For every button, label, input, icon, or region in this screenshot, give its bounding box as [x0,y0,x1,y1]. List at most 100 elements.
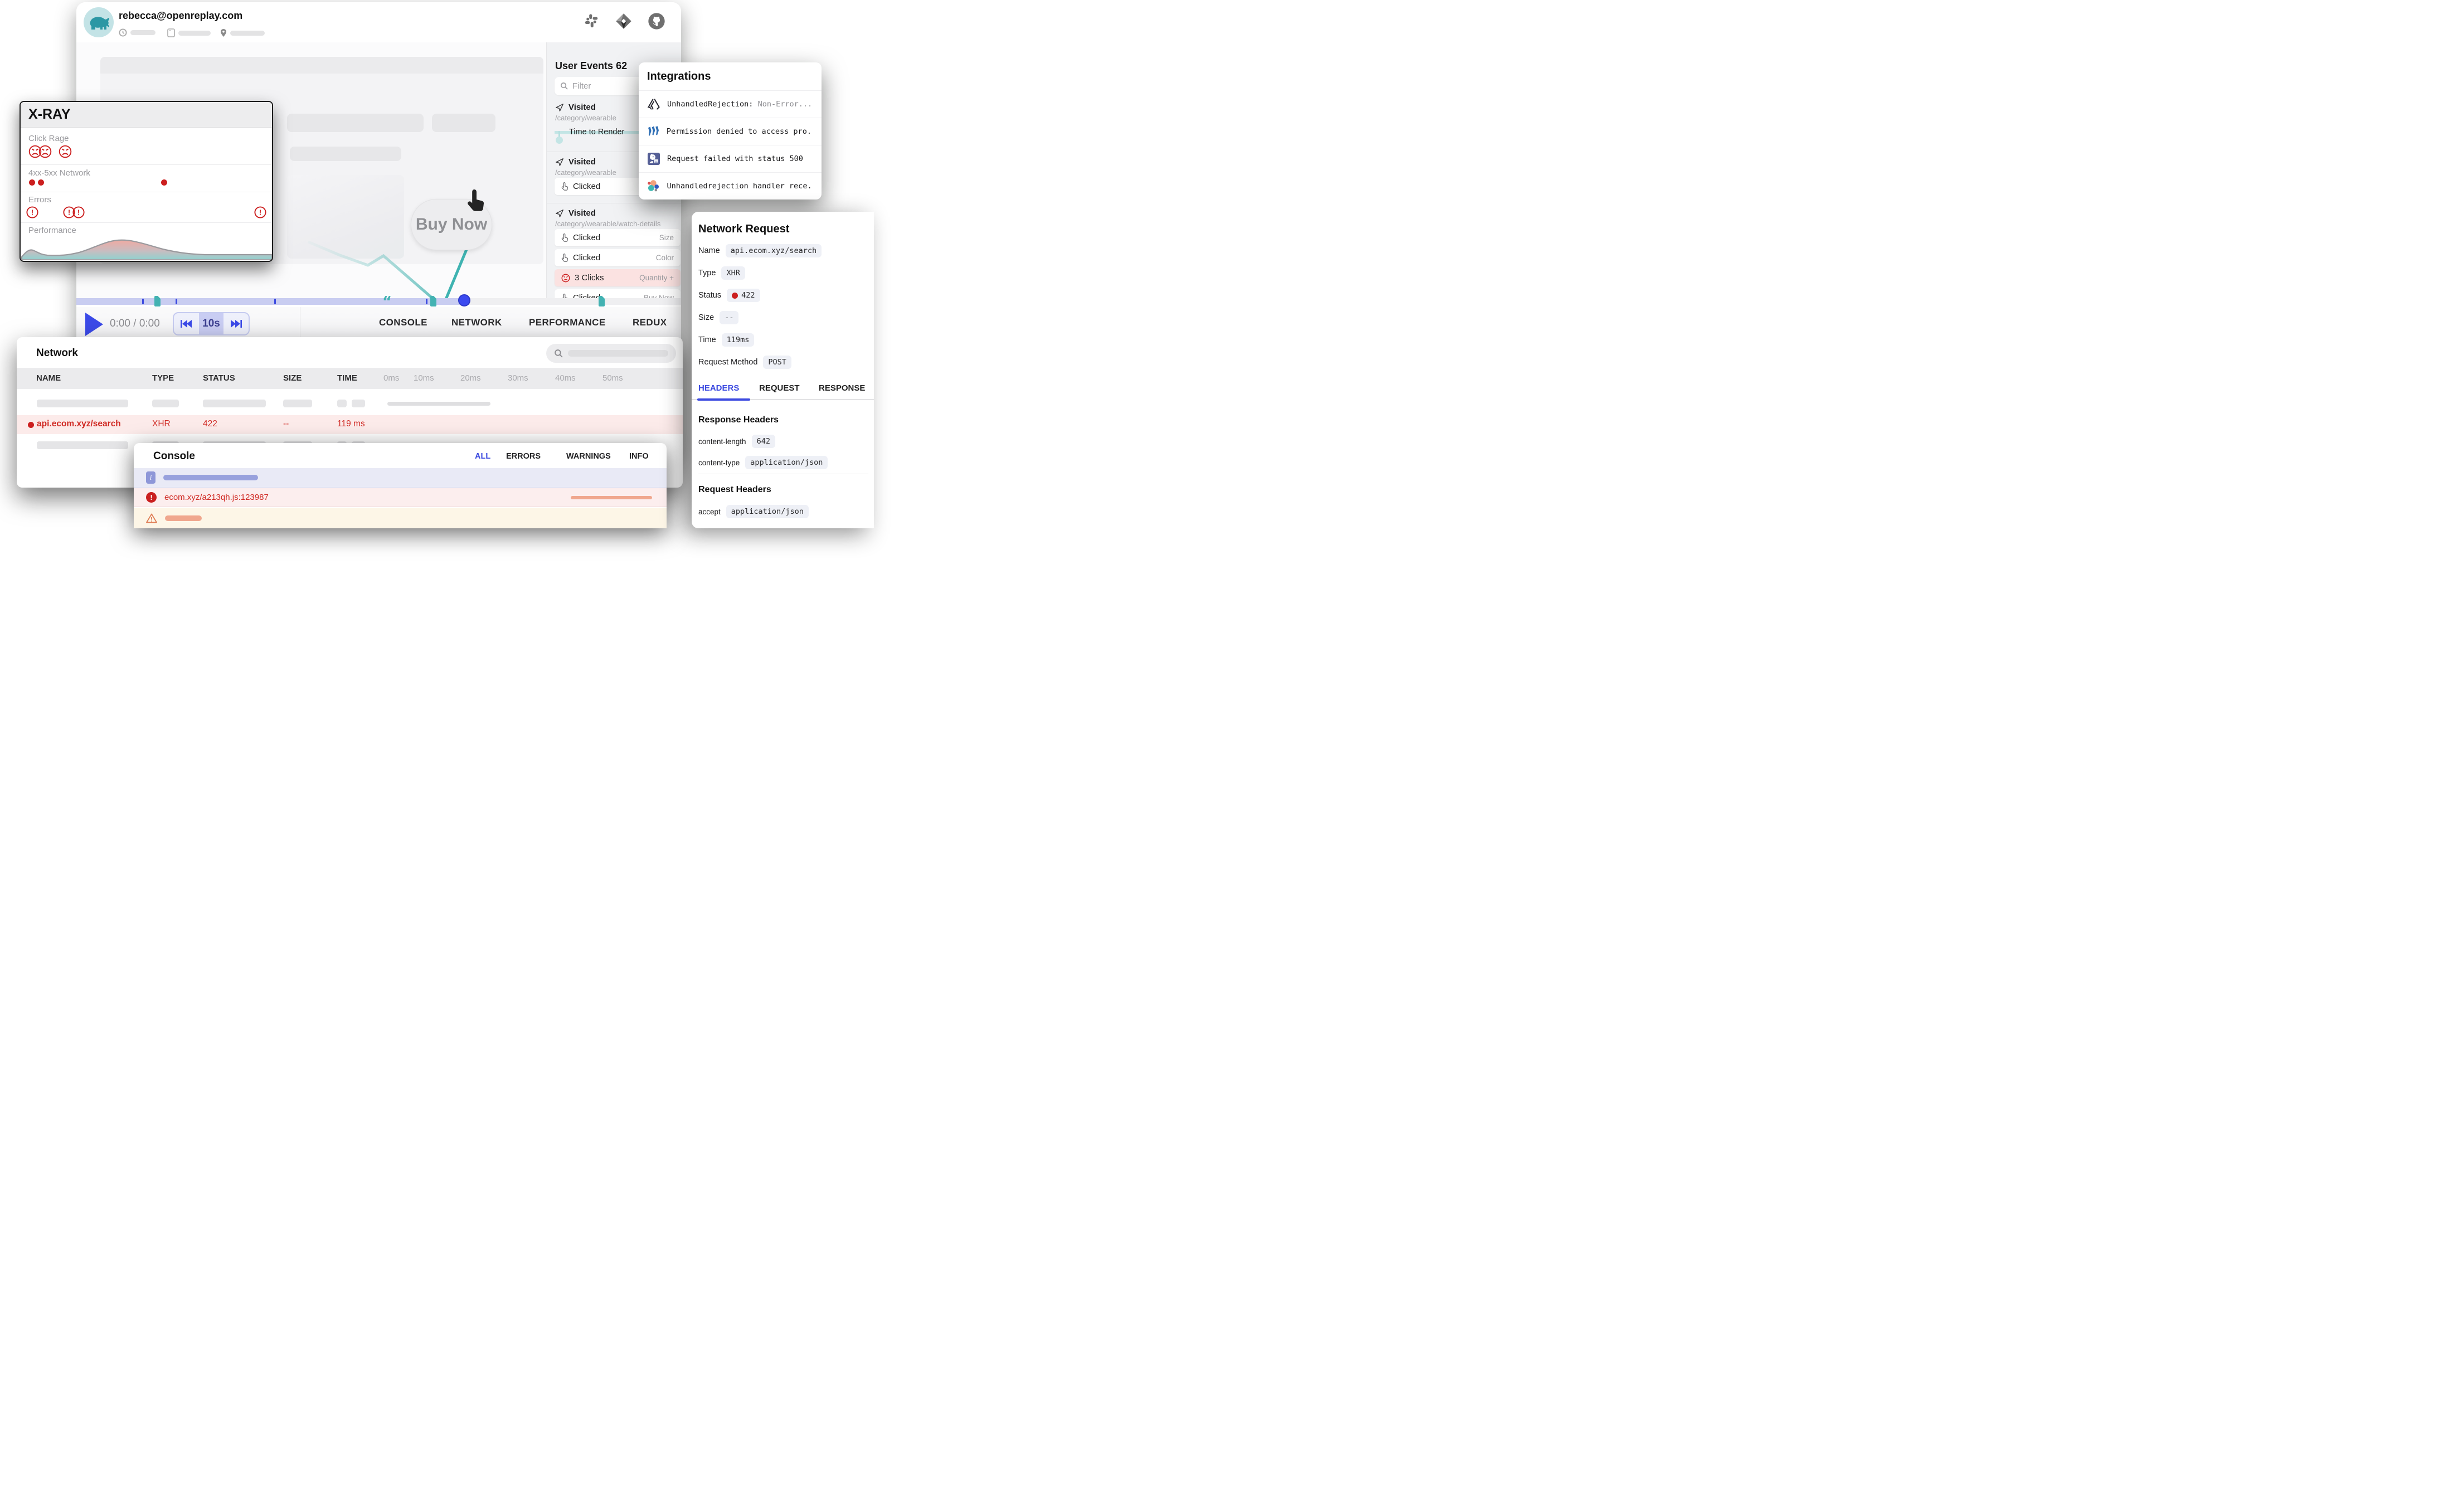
waterfall-tick: 10ms [414,373,434,383]
cell-status: 422 [203,419,217,429]
skip-back-button[interactable] [174,313,199,334]
session-location-meta [220,28,265,37]
player-timeline[interactable]: “ [76,296,681,307]
openreplay-composite: rebecca@openreplay.com [0,0,874,528]
warning-triangle-icon [146,513,157,523]
console-tab-warnings[interactable]: WARNINGS [566,452,611,461]
console-panel: Console ALL ERRORS WARNINGS INFO i ! eco… [134,443,667,528]
console-tab-all[interactable]: ALL [475,452,490,461]
field-size: Size -- [698,311,738,324]
log-skeleton-bar [163,475,258,480]
skeleton-cell [37,400,128,407]
elastic-icon [647,179,660,193]
field-value: -- [720,311,738,324]
network-error-dot [29,179,35,186]
field-label: Size [698,313,714,322]
event-card-clicked[interactable]: Clicked Size [555,229,681,246]
info-icon: i [146,471,155,484]
search-skeleton-bar [568,350,668,357]
network-request-panel: Network Request Name api.ecom.xyz/search… [692,212,874,528]
error-markers: !!!! [26,206,267,219]
time-to-render-marker [556,137,563,144]
tab-redux[interactable]: REDUX [633,317,667,328]
column-type: TYPE [152,373,174,383]
skeleton-cell [337,400,347,407]
log-skeleton-bar [571,496,652,499]
field-type: Type XHR [698,266,745,280]
console-row-warning[interactable] [134,508,667,528]
integration-error-text: UnhandledRejection: Non-Error... [667,100,812,109]
event-visited[interactable]: Visited [555,208,596,218]
console-tab-errors[interactable]: ERRORS [506,452,541,461]
network-search-input[interactable] [546,344,676,363]
field-label: Request Method [698,358,757,367]
waterfall-tick: 20ms [460,373,481,383]
error-icon: ! [146,492,157,503]
event-card-target: Quantity + [639,274,674,282]
timeline-event-tick[interactable] [176,299,177,304]
skip-back-icon [180,319,192,328]
column-time: TIME [337,373,357,383]
cell-size: -- [283,419,289,429]
click-rage-label: Click Rage [28,134,69,143]
skip-interval-value[interactable]: 10s [199,313,224,334]
header-accept: accept application/json [698,505,809,518]
event-visited[interactable]: Visited [555,157,596,167]
timeline-event-tick[interactable] [274,299,276,304]
timeline-page-marker[interactable] [154,296,161,306]
session-header: rebecca@openreplay.com [76,2,681,43]
github-icon[interactable] [648,12,665,30]
jira-icon[interactable] [615,13,632,30]
svg-text:!: ! [31,208,33,217]
slack-icon[interactable] [583,13,600,30]
event-path: /category/wearable/watch-details [555,220,660,228]
visited-icon [555,158,564,167]
event-card-label: 3 Clicks [575,273,604,283]
header-value: 642 [752,435,775,448]
tab-underline-active [697,398,750,401]
meta-skeleton-bar [178,31,211,36]
integration-row-elastic[interactable]: Unhandledrejection handler rece.. [639,172,822,199]
field-label: Type [698,269,716,278]
integrations-title: Integrations [647,70,711,83]
user-events-title: User Events 62 [555,60,627,72]
event-path: /category/wearable [555,114,616,122]
clock-icon [119,28,127,37]
skeleton-cell [283,400,312,407]
request-headers-title: Request Headers [698,485,771,495]
user-email: rebecca@openreplay.com [119,10,242,22]
timeline-event-tick[interactable] [426,299,427,304]
network-table-row-error[interactable]: api.ecom.xyz/search XHR 422 -- 119 ms [17,415,683,434]
skeleton-cell [203,400,266,407]
tab-response[interactable]: RESPONSE [819,383,865,393]
play-button[interactable] [85,313,103,336]
tab-performance[interactable]: PERFORMANCE [529,317,606,328]
tab-network[interactable]: NETWORK [451,317,502,328]
field-name: Name api.ecom.xyz/search [698,244,822,257]
timeline-event-tick[interactable] [142,299,144,304]
integration-row-quotes[interactable]: Permission denied to access pro... [639,118,822,145]
timeline-page-marker[interactable] [430,296,436,306]
console-title: Console [153,450,195,463]
skip-forward-button[interactable] [223,313,249,334]
event-visited[interactable]: Visited [555,103,596,112]
cell-time: 119 ms [337,419,365,429]
integration-row-datadog[interactable]: Request failed with status 500 [639,145,822,172]
event-card-clicked[interactable]: Clicked Color [555,249,681,266]
timeline-playhead[interactable] [458,294,470,306]
field-label: Time [698,335,716,344]
field-time: Time 119ms [698,333,754,347]
integration-row-sentry[interactable]: UnhandledRejection: Non-Error... [639,90,822,118]
tab-console[interactable]: CONSOLE [379,317,427,328]
console-row-info[interactable]: i [134,468,667,488]
session-duration-meta [119,28,155,37]
event-card-rage-clicks[interactable]: 3 Clicks Quantity + [555,269,681,286]
skip-interval-label: 10s [202,318,220,330]
console-row-error[interactable]: ! ecom.xyz/a213qh.js:123987 [134,488,667,507]
tab-request[interactable]: REQUEST [759,383,800,393]
tab-headers[interactable]: HEADERS [698,383,739,393]
timeline-page-marker[interactable] [599,296,605,306]
filter-placeholder: Filter [572,81,591,91]
visited-icon [555,209,564,218]
console-tab-info[interactable]: INFO [629,452,649,461]
